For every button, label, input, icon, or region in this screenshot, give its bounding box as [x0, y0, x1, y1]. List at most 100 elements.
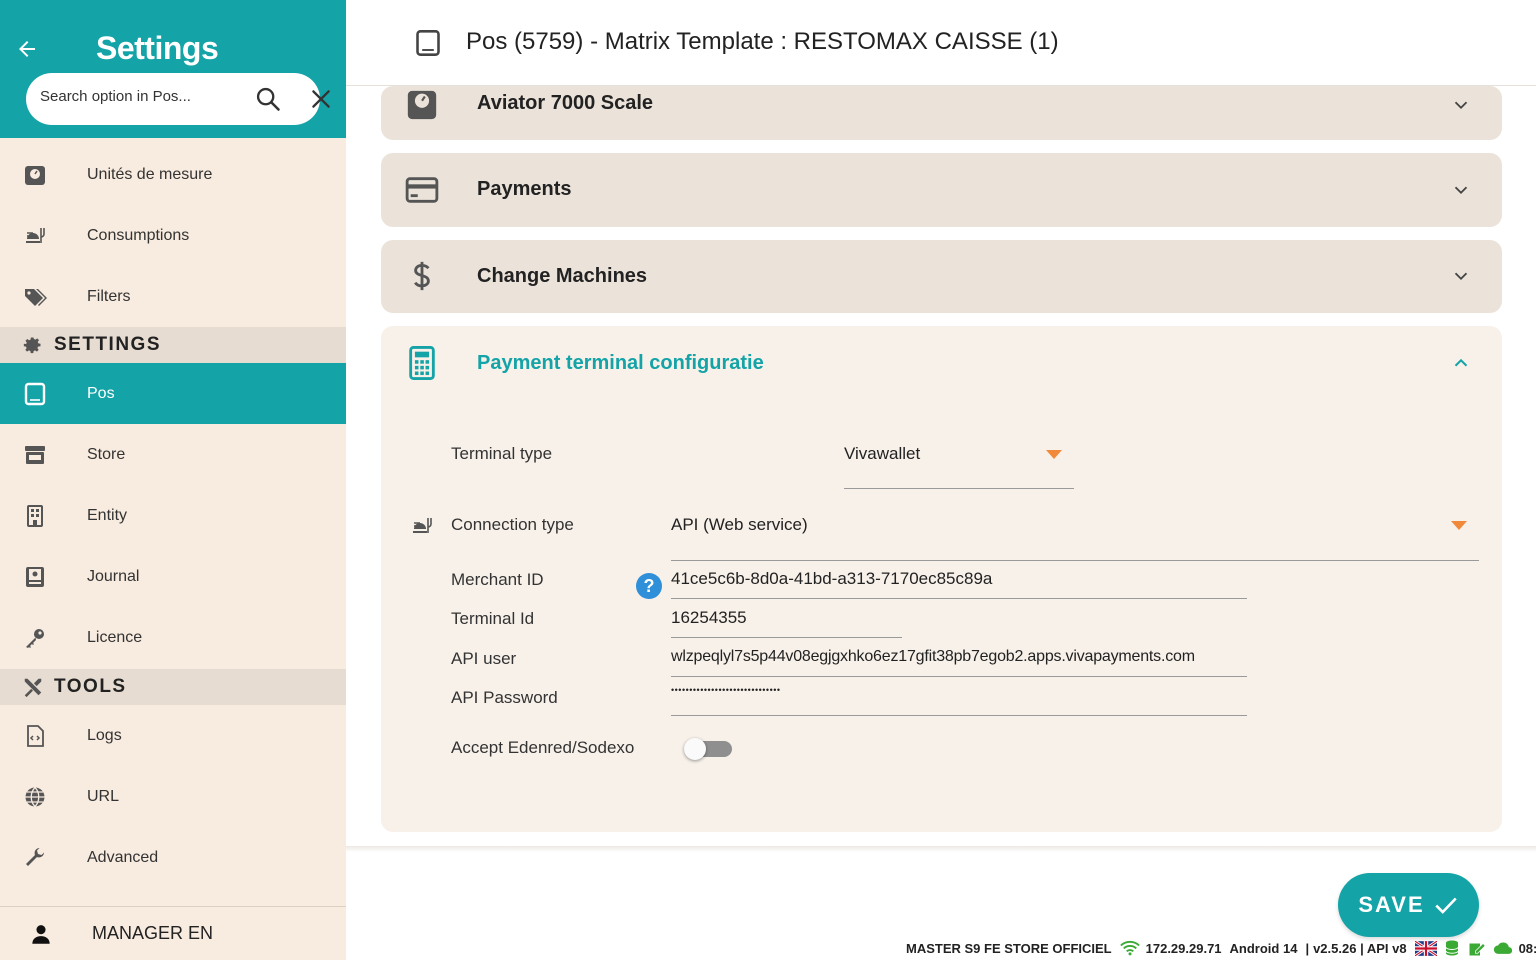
- tools-icon: [22, 676, 44, 698]
- sidebar-item-label: Pos: [87, 384, 115, 402]
- sidebar-section-label: SETTINGS: [54, 334, 162, 355]
- panel-header-payments[interactable]: Payments: [381, 153, 1502, 227]
- status-bar: MASTER S9 FE STORE OFFICIEL 172.29.29.71…: [906, 937, 1536, 959]
- store-icon: [22, 442, 48, 468]
- person-icon: [28, 921, 54, 947]
- connection-type-select[interactable]: API (Web service): [671, 506, 1479, 562]
- sidebar-title: Settings: [96, 30, 219, 66]
- sidebar-item-consumptions[interactable]: Consumptions: [0, 205, 346, 266]
- sidebar-item-label: Journal: [87, 567, 140, 585]
- search-input[interactable]: [40, 88, 210, 105]
- edit-sync-icon: [1469, 942, 1486, 956]
- underline: [671, 598, 1247, 599]
- sidebar-item-entity[interactable]: Entity: [0, 485, 346, 546]
- scale-icon: [405, 88, 439, 122]
- toggle-knob: [684, 738, 706, 760]
- page-title: Pos (5759) - Matrix Template : RESTOMAX …: [466, 28, 1059, 55]
- save-button[interactable]: SAVE: [1338, 873, 1479, 937]
- sidebar-item-label: Licence: [87, 628, 143, 646]
- sidebar-item-unites-de-mesure[interactable]: Unités de mesure: [0, 144, 346, 205]
- panel-title: Payment terminal configuratie: [477, 352, 764, 374]
- save-button-label: SAVE: [1358, 892, 1425, 917]
- dining-icon: [22, 223, 48, 249]
- status-ip: 172.29.29.71: [1145, 940, 1222, 956]
- tablet-icon: [414, 29, 442, 57]
- wrench-icon: [22, 845, 48, 871]
- merchant-id-input[interactable]: 41ce5c6b-8d0a-41bd-a313-7170ec85c89a: [671, 566, 1247, 600]
- database-icon: [1445, 940, 1459, 956]
- close-icon[interactable]: [308, 86, 334, 112]
- panel-payments: Payments: [381, 153, 1502, 227]
- page-header: Pos (5759) - Matrix Template : RESTOMAX …: [346, 0, 1536, 86]
- dining-icon: [410, 514, 434, 538]
- underline: [671, 637, 902, 638]
- panel-change-machines: Change Machines: [381, 240, 1502, 313]
- bottom-separator: [346, 846, 1536, 852]
- status-version: v2.5.26 | API v8: [1313, 940, 1407, 956]
- panel-title: Aviator 7000 Scale: [477, 92, 654, 114]
- sidebar-section-tools: TOOLS: [0, 669, 346, 705]
- gear-icon: [22, 334, 44, 356]
- tablet-icon: [22, 381, 48, 407]
- scale-icon: [22, 162, 48, 188]
- status-time: 08:17: [1518, 940, 1536, 956]
- accept-edenred-toggle[interactable]: [684, 738, 732, 760]
- dropdown-arrow-icon: [1451, 521, 1467, 530]
- sidebar-item-label: URL: [87, 787, 120, 805]
- terminal-type-label: Terminal type: [451, 444, 553, 463]
- sidebar-item-logs[interactable]: Logs: [0, 705, 346, 766]
- cloud-icon: [1493, 942, 1512, 954]
- key-icon: [22, 625, 48, 651]
- sidebar-item-advanced[interactable]: Advanced: [0, 827, 346, 888]
- code-file-icon: [22, 723, 48, 749]
- dropdown-arrow-icon: [1046, 450, 1062, 459]
- search-box: [26, 73, 330, 125]
- check-icon: [1434, 897, 1457, 914]
- underline: [671, 560, 1479, 561]
- terminal-id-label: Terminal Id: [451, 609, 535, 628]
- connection-type-value: API (Web service): [671, 515, 808, 534]
- terminal-id-input[interactable]: 16254355: [671, 605, 902, 639]
- panel-header-aviator-scale[interactable]: Aviator 7000 Scale: [381, 86, 1502, 140]
- sidebar-item-filters[interactable]: Filters: [0, 266, 346, 327]
- accept-edenred-label: Accept Edenred/Sodexo: [451, 738, 635, 757]
- underline: [671, 715, 1247, 716]
- uk-flag-icon: [1414, 940, 1437, 956]
- back-arrow-icon[interactable]: [12, 34, 42, 64]
- sidebar-section-label: TOOLS: [54, 676, 127, 697]
- user-name: MANAGER EN: [92, 923, 214, 943]
- terminal-type-value: Vivawallet: [844, 444, 921, 463]
- panel-header-change-machines[interactable]: Change Machines: [381, 240, 1502, 313]
- terminal-type-select[interactable]: Vivawallet: [844, 436, 1074, 490]
- api-password-input[interactable]: ••••••••••••••••••••••••••••••: [671, 683, 1247, 717]
- chevron-down-icon: [1454, 101, 1468, 110]
- search-icon[interactable]: [254, 85, 282, 113]
- sidebar-item-store[interactable]: Store: [0, 424, 346, 485]
- sidebar-item-pos[interactable]: Pos: [0, 363, 346, 424]
- panel-aviator-scale: Aviator 7000 Scale: [381, 86, 1502, 140]
- wifi-icon: [1119, 941, 1140, 956]
- sidebar: Settings Unités de mesure Consumptions F…: [0, 0, 346, 960]
- sidebar-item-licence[interactable]: Licence: [0, 607, 346, 668]
- sidebar-item-url[interactable]: URL: [0, 766, 346, 827]
- api-password-value: ••••••••••••••••••••••••••••••: [671, 685, 781, 695]
- calculator-icon: [405, 346, 439, 380]
- status-store: MASTER S9 FE STORE OFFICIEL: [906, 940, 1112, 956]
- help-icon[interactable]: ?: [636, 573, 662, 599]
- merchant-id-label: Merchant ID: [451, 570, 544, 589]
- status-sep: |: [1305, 940, 1310, 956]
- api-user-input[interactable]: wlzpeqlyl7s5p44v08egjgxhko6ez17gfit38pb7…: [671, 644, 1247, 678]
- sidebar-section-settings: SETTINGS: [0, 327, 346, 363]
- panel-title: Payments: [477, 178, 572, 200]
- api-user-value: wlzpeqlyl7s5p44v08egjgxhko6ez17gfit38pb7…: [671, 648, 1195, 665]
- panel-header-payment-terminal[interactable]: Payment terminal configuratie: [381, 326, 1502, 402]
- connection-type-label: Connection type: [451, 515, 574, 534]
- sidebar-item-journal[interactable]: Journal: [0, 546, 346, 607]
- sidebar-item-label: Unités de mesure: [87, 165, 213, 183]
- status-android: Android 14: [1229, 940, 1298, 956]
- sidebar-user[interactable]: MANAGER EN: [0, 907, 346, 960]
- merchant-id-value: 41ce5c6b-8d0a-41bd-a313-7170ec85c89a: [671, 569, 993, 588]
- journal-icon: [22, 564, 48, 590]
- sidebar-header: Settings: [0, 0, 346, 138]
- building-icon: [22, 503, 48, 529]
